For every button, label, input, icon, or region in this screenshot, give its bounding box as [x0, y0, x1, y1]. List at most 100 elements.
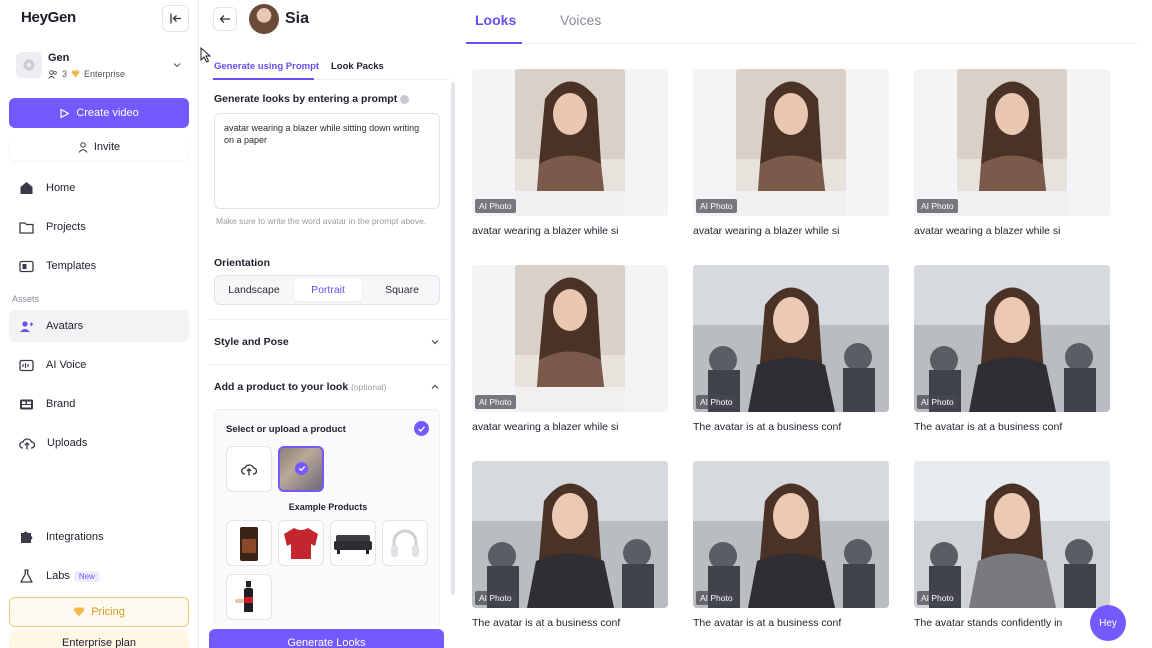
look-card[interactable]: AI Photo The avatar is at a business conf: [693, 461, 889, 629]
look-photo: [515, 265, 625, 412]
ai-photo-tag: AI Photo: [475, 395, 516, 409]
tab-voices[interactable]: Voices: [560, 12, 601, 28]
tab-looks[interactable]: Looks: [475, 12, 516, 28]
look-card[interactable]: AI Photo The avatar is at a business conf: [914, 265, 1110, 433]
prompt-label: Generate looks by entering a prompt: [214, 93, 410, 105]
ai-photo-tag: AI Photo: [917, 591, 958, 605]
look-image[interactable]: AI Photo: [693, 69, 889, 216]
templates-icon: [19, 260, 34, 272]
example-product-sweater[interactable]: [278, 520, 324, 566]
orientation-landscape[interactable]: Landscape: [218, 279, 290, 301]
look-photo: [515, 69, 625, 216]
nav-ai-voice[interactable]: AI Voice: [9, 349, 189, 381]
info-icon[interactable]: [400, 94, 410, 104]
look-image[interactable]: AI Photo: [914, 265, 1110, 412]
create-video-button[interactable]: Create video: [9, 98, 189, 128]
bag-product-icon: [240, 527, 258, 561]
avatar-name: Sia: [285, 10, 310, 27]
nav-brand[interactable]: Brand: [9, 388, 189, 420]
look-card[interactable]: AI Photo avatar wearing a blazer while si: [914, 69, 1110, 237]
nav-brand-label: Brand: [46, 398, 76, 410]
nav-labs[interactable]: Labs New: [9, 560, 189, 592]
chevron-down-icon: [431, 340, 439, 345]
example-product-bottle[interactable]: [226, 574, 272, 620]
active-tab-indicator: [466, 42, 522, 44]
look-card[interactable]: AI Photo The avatar is at a business conf: [472, 461, 668, 629]
new-badge: New: [73, 571, 100, 582]
cloud-upload-icon: [241, 463, 257, 475]
panel-scrollbar[interactable]: [451, 82, 455, 595]
enterprise-plan-banner[interactable]: Enterprise plan: [9, 631, 189, 648]
workspace-name: Gen: [48, 52, 70, 64]
prompt-hint: Make sure to write the word avatar in th…: [216, 216, 427, 226]
nav-avatars[interactable]: Avatars: [9, 310, 189, 342]
example-product-headphones[interactable]: [382, 520, 428, 566]
members-icon: [48, 69, 57, 79]
look-card[interactable]: AI Photo The avatar is at a business conf: [693, 265, 889, 433]
labs-text: Labs: [46, 570, 70, 582]
look-image[interactable]: AI Photo: [693, 265, 889, 412]
nav-projects[interactable]: Projects: [9, 211, 189, 243]
folder-icon: [19, 221, 34, 234]
workspace-switcher[interactable]: Gen 3 Enterprise: [10, 46, 190, 88]
invite-label: Invite: [93, 141, 121, 153]
pricing-button[interactable]: Pricing: [9, 597, 189, 627]
look-caption: The avatar stands confidently in: [914, 617, 1063, 629]
nav-home-label: Home: [46, 182, 76, 194]
panel-scroll-area[interactable]: Generate looks by entering a prompt avat…: [209, 80, 449, 625]
nav-templates[interactable]: Templates: [9, 250, 189, 282]
main-tabs: Looks Voices: [466, 0, 1137, 44]
example-product-bag[interactable]: [226, 520, 272, 566]
selected-product-tile[interactable]: [278, 446, 324, 492]
look-image[interactable]: AI Photo: [693, 461, 889, 608]
tab-look-packs[interactable]: Look Packs: [331, 61, 384, 72]
orientation-portrait[interactable]: Portrait: [294, 279, 362, 301]
nav-integrations[interactable]: Integrations: [9, 521, 189, 553]
look-photo: [693, 265, 889, 412]
look-image[interactable]: AI Photo: [914, 69, 1110, 216]
look-photo: [693, 461, 889, 608]
nav-uploads[interactable]: Uploads: [9, 427, 189, 459]
diamond-icon: [73, 607, 85, 617]
style-pose-label: Style and Pose: [214, 336, 289, 348]
look-image[interactable]: AI Photo: [472, 265, 668, 412]
orientation-square[interactable]: Square: [366, 279, 438, 301]
nav-labs-label: Labs New: [46, 570, 100, 582]
tab-generate-using-prompt[interactable]: Generate using Prompt: [214, 61, 319, 72]
look-card[interactable]: AI Photo avatar wearing a blazer while si: [472, 69, 668, 237]
back-button[interactable]: [213, 7, 237, 31]
generate-looks-button[interactable]: Generate Looks: [209, 629, 444, 648]
example-product-sofa[interactable]: [330, 520, 376, 566]
heygen-logo[interactable]: HeyGen: [21, 9, 76, 26]
upload-product-button[interactable]: [226, 446, 272, 492]
bottle-product-icon: [235, 581, 253, 612]
look-image[interactable]: AI Photo: [472, 461, 668, 608]
look-card[interactable]: AI Photo avatar wearing a blazer while si: [693, 69, 889, 237]
look-image[interactable]: AI Photo: [914, 461, 1110, 608]
look-caption: avatar wearing a blazer while si: [472, 225, 619, 237]
look-photo: [957, 69, 1067, 216]
look-image[interactable]: AI Photo: [472, 69, 668, 216]
chat-assistant-button[interactable]: Hey: [1090, 605, 1126, 641]
look-caption: The avatar is at a business conf: [693, 617, 842, 629]
sweater-product-icon: [284, 528, 318, 559]
avatar-icon: [20, 320, 34, 332]
look-photo: [472, 461, 668, 608]
prompt-input[interactable]: avatar wearing a blazer while sitting do…: [214, 113, 440, 209]
mouse-cursor-icon: [200, 47, 211, 63]
look-photo: [736, 69, 846, 216]
ai-photo-tag: AI Photo: [917, 199, 958, 213]
orientation-label: Orientation: [214, 257, 271, 269]
ai-photo-tag: AI Photo: [696, 199, 737, 213]
style-pose-accordion[interactable]: Style and Pose: [214, 336, 440, 348]
invite-button[interactable]: Invite: [9, 134, 189, 160]
plan-badge: Enterprise: [84, 69, 126, 79]
product-selector: Select or upload a product Example Produ…: [214, 409, 440, 625]
nav-integrations-label: Integrations: [46, 531, 104, 543]
collapse-sidebar-button[interactable]: [162, 5, 189, 32]
nav-home[interactable]: Home: [9, 172, 189, 204]
look-card[interactable]: AI Photo avatar wearing a blazer while si: [472, 265, 668, 433]
flask-icon: [20, 569, 33, 583]
product-accordion[interactable]: Add a product to your look (optional): [214, 381, 440, 393]
look-card[interactable]: AI Photo The avatar stands confidently in: [914, 461, 1110, 629]
